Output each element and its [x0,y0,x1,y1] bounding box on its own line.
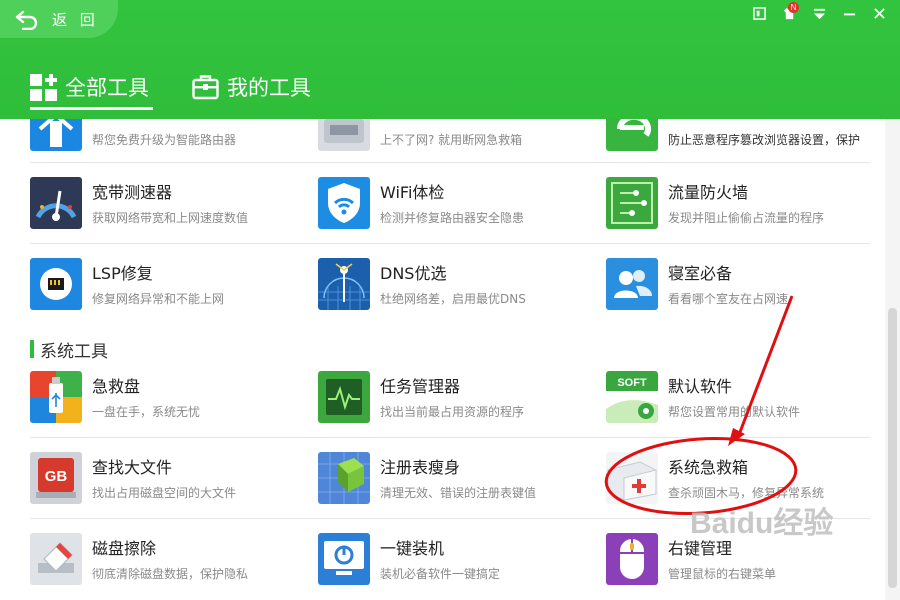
monitor-install-icon [318,533,370,585]
tab-all-tools-label: 全部工具 [65,76,149,100]
users-icon [606,258,658,310]
gb-label: GB [45,468,68,485]
eraser-icon [30,533,82,585]
tab-all-tools[interactable]: 全部工具 [30,72,149,102]
tool-desc: 发现并阻止偷偷占流量的程序 [668,211,825,225]
tool-item-lsp-repair[interactable]: LSP修复 修复网络异常和不能上网 [30,258,300,318]
row-divider [30,437,870,438]
active-tab-indicator [30,107,153,110]
tool-desc: 装机必备软件一键搞定 [380,567,501,581]
network-rescue-icon [318,119,370,151]
soft-gear-icon: SOFT [606,371,658,423]
tool-item-find-large-files[interactable]: GB 查找大文件 找出占用磁盘空间的大文件 [30,452,300,512]
lsp-chip-icon [30,258,82,310]
tool-title: 任务管理器 [380,377,461,396]
tool-item-dorm-must[interactable]: 寝室必备 看看哪个室友在占网速 [606,258,876,318]
section-marker [30,340,34,358]
toolbox-icon [192,75,219,100]
tool-title: 磁盘擦除 [92,539,157,558]
minimize-icon [843,13,855,15]
tool-desc: 帮您免费升级为智能路由器 [92,133,237,147]
tool-desc: 找出当前最占用资源的程序 [380,405,525,419]
tool-item-dns-optimize[interactable]: DNS优选 杜绝网络差，启用最优DNS [318,258,588,318]
tool-title: 系统急救箱 [668,458,749,477]
tool-item-registry-slim[interactable]: 注册表瘦身 清理无效、错误的注册表键值 [318,452,588,512]
section-header-system-tools: 系统工具 [30,339,108,362]
tool-desc: 修复网络异常和不能上网 [92,292,225,306]
soft-label: SOFT [617,377,647,389]
tool-item-traffic-firewall[interactable]: 流量防火墙 发现并阻止偷偷占流量的程序 [606,177,876,237]
tool-item-network-rescue[interactable]: 上不了网? 就用断网急救箱 [318,119,588,159]
browser-protect-icon [606,119,658,151]
speedometer-icon [30,177,82,229]
tool-item-speed-test[interactable]: 宽带测速器 获取网络带宽和上网速度数值 [30,177,300,237]
section-title: 系统工具 [40,341,108,362]
tool-item-disk-wipe[interactable]: 磁盘擦除 彻底清除磁盘数据，保护隐私 [30,533,300,593]
tool-desc: 杜绝网络差，启用最优DNS [380,292,526,306]
skin-icon [752,6,766,20]
menu-icon [813,8,825,19]
tool-desc: 防止恶意程序篡改浏览器设置，保护 [668,133,861,147]
skin-button[interactable] [750,4,768,22]
tool-title: 一键装机 [380,539,445,558]
wifi-shield-icon [318,177,370,229]
tool-item-default-software[interactable]: SOFT 默认软件 帮您设置常用的默认软件 [606,371,876,431]
dns-tower-icon [318,258,370,310]
row-divider [30,243,870,244]
mouse-icon [606,533,658,585]
back-arrow-icon [15,10,38,30]
menu-button[interactable] [810,4,828,22]
tool-item-one-click-install[interactable]: 一键装机 装机必备软件一键搞定 [318,533,588,593]
tool-title: 急救盘 [92,377,141,396]
first-aid-kit-icon [606,452,658,504]
circuit-icon [606,177,658,229]
tool-title: 宽带测速器 [92,183,173,202]
header: 返 回 N 全部工具 我的工具 [0,0,900,119]
tool-title: 注册表瘦身 [380,458,461,477]
tool-desc: 检测并修复路由器安全隐患 [380,211,525,225]
tool-item-browser-protect[interactable]: 防止恶意程序篡改浏览器设置，保护 [606,119,876,159]
close-icon [873,7,885,19]
window-controls: N [750,2,888,22]
watermark: Baidu经验 [690,507,834,540]
tool-item-rescue-disk[interactable]: 急救盘 一盘在手，系统无忧 [30,371,300,431]
tool-desc: 找出占用磁盘空间的大文件 [92,486,237,500]
tool-title: 查找大文件 [92,458,173,477]
rescue-disk-icon [30,371,82,423]
minimize-button[interactable] [840,4,858,22]
message-button[interactable]: N [780,2,799,22]
tool-title: LSP修复 [92,264,153,283]
tool-title: 寝室必备 [668,264,733,283]
tool-desc: 彻底清除磁盘数据，保护隐私 [92,567,249,581]
tool-desc: 看看哪个室友在占网速 [668,292,789,306]
tool-item-task-manager[interactable]: 任务管理器 找出当前最占用资源的程序 [318,371,588,431]
tool-title: DNS优选 [380,264,447,283]
task-monitor-icon [318,371,370,423]
tool-item-router-upgrade[interactable]: 帮您免费升级为智能路由器 [30,119,300,159]
scrollbar-thumb[interactable] [888,308,897,588]
app-window: 返 回 N 全部工具 我的工具 帮您免费升级为智能路由器 上不了网? 就用断网急… [0,0,900,600]
tool-desc: 管理鼠标的右键菜单 [668,567,777,581]
row-divider [30,162,870,163]
tab-my-tools-label: 我的工具 [227,76,311,100]
tab-my-tools[interactable]: 我的工具 [192,72,311,102]
tool-title: 默认软件 [668,377,733,396]
tool-title: WiFi体检 [380,183,445,202]
tool-desc: 帮您设置常用的默认软件 [668,405,801,419]
back-button[interactable]: 返 回 [0,0,118,38]
tool-item-wifi-check[interactable]: WiFi体检 检测并修复路由器安全隐患 [318,177,588,237]
back-label: 返 回 [52,10,99,29]
notification-badge: N [788,2,799,13]
tool-item-right-click-manage[interactable]: 右键管理 管理鼠标的右键菜单 [606,533,876,593]
tool-desc: 一盘在手，系统无忧 [92,405,201,419]
registry-cube-icon [318,452,370,504]
tool-desc: 上不了网? 就用断网急救箱 [380,133,523,147]
tool-desc: 清理无效、错误的注册表键值 [380,486,537,500]
gb-file-icon: GB [30,452,82,504]
tool-title: 流量防火墙 [668,183,749,202]
router-upgrade-icon [30,119,82,151]
close-button[interactable] [870,4,888,22]
tool-desc: 获取网络带宽和上网速度数值 [92,211,249,225]
grid-icon [30,73,57,101]
